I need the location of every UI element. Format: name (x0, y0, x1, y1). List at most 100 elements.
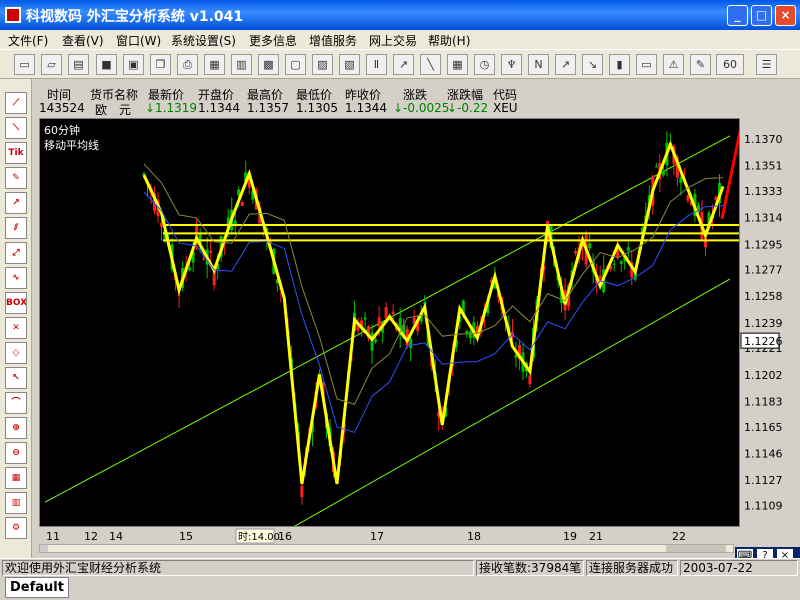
ray-icon[interactable]: ↗ (5, 192, 27, 214)
x-tick-label: 18 (467, 530, 481, 543)
candle-body (391, 311, 395, 315)
chart-icon[interactable]: ▨ (312, 54, 333, 75)
print-icon[interactable]: ⎙ (177, 54, 198, 75)
candle-body (384, 307, 388, 319)
y-tick-label: 1.1109 (744, 499, 783, 512)
status-count: 接收笔数:37984笔 (476, 560, 584, 576)
projection-arrow (720, 131, 739, 219)
period-selector[interactable]: 60 (716, 54, 744, 75)
scroll-left-arrow[interactable] (40, 545, 48, 552)
copy-icon[interactable]: ❐ (150, 54, 171, 75)
tools-icon[interactable]: ✎ (690, 54, 711, 75)
candle-body (619, 261, 623, 264)
candle-body (233, 220, 237, 225)
x-tick-label: 11 (46, 530, 60, 543)
quote-panel: 时间 货币名称 最新价 开盘价 最高价 最低价 昨收价 涨跌 涨跌幅 代码 14… (35, 82, 740, 117)
maximize-button[interactable]: □ (751, 5, 772, 26)
clock-icon[interactable]: ◷ (474, 54, 495, 75)
tick-tool[interactable]: Tik (5, 142, 27, 164)
menu-file[interactable]: 文件(F) (8, 32, 48, 49)
tile-icon[interactable]: ▥ (231, 54, 252, 75)
drawing-toolbar: ⟋ ⟍ Tik ✎ ↗ ⫽ ⤢ ∿ BOX ✕ ◇ ↖ ⌒ ⊕ ⊖ ▦ ▥ ⚙ (0, 79, 32, 559)
box-tool[interactable]: BOX (5, 292, 27, 314)
menu-value-added[interactable]: 增值服务 (309, 32, 357, 49)
new-badge-icon[interactable]: N (528, 54, 549, 75)
x-tick-label: 19 (563, 530, 577, 543)
kline-icon[interactable]: ▧ (339, 54, 360, 75)
plus-icon[interactable]: ⊕ (5, 417, 27, 439)
candle-body (661, 171, 665, 176)
y-tick-label: 1.1277 (744, 264, 783, 277)
arrow-tool-icon[interactable]: ↖ (5, 367, 27, 389)
candle-body (626, 247, 630, 251)
settings-tool-icon[interactable]: ⚙ (5, 517, 27, 539)
grid-tool-icon[interactable]: ▦ (5, 467, 27, 489)
new-icon[interactable]: ▭ (14, 54, 35, 75)
menu-help[interactable]: 帮助(H) (428, 32, 470, 49)
candle-body (588, 243, 592, 249)
status-welcome: 欢迎使用外汇宝财经分析系统 (2, 560, 474, 576)
draw-icon[interactable]: ╲ (420, 54, 441, 75)
window-icon[interactable]: ▢ (285, 54, 306, 75)
table-icon[interactable]: ▦ (447, 54, 468, 75)
menu-bar: 文件(F) 查看(V) 窗口(W) 系统设置(S) 更多信息 增值服务 网上交易… (0, 30, 800, 49)
menu-more-info[interactable]: 更多信息 (249, 32, 297, 49)
candle-body (598, 275, 602, 279)
candle-body (468, 331, 472, 339)
y-tick-label: 1.1202 (744, 369, 783, 382)
export-icon[interactable]: ▣ (123, 54, 144, 75)
save-icon[interactable]: ■ (96, 54, 117, 75)
chart-indicator-label: 移动平均线 (44, 138, 99, 152)
status-bar: 欢迎使用外汇宝财经分析系统 接收笔数:37984笔 连接服务器成功 2003-0… (0, 558, 800, 576)
fan-line-icon[interactable]: ⟋ (5, 92, 27, 114)
open-icon[interactable]: ▱ (41, 54, 62, 75)
pen-icon[interactable]: ✎ (5, 167, 27, 189)
layout-icon[interactable]: ▩ (258, 54, 279, 75)
eraser-icon[interactable]: ◇ (5, 342, 27, 364)
quote-code: XEU (493, 101, 518, 115)
warning-icon[interactable]: ⚠ (663, 54, 684, 75)
tab-default[interactable]: Default (5, 577, 69, 598)
close-button[interactable]: × (775, 5, 796, 26)
panel-icon[interactable]: ▮ (609, 54, 630, 75)
channel-icon[interactable]: ⤢ (5, 242, 27, 264)
bars-tool-icon[interactable]: ▥ (5, 492, 27, 514)
grid-icon[interactable]: ▦ (204, 54, 225, 75)
y-tick-label: 1.1165 (744, 421, 783, 434)
horizontal-scrollbar[interactable] (39, 544, 734, 553)
menu-settings[interactable]: 系统设置(S) (171, 32, 236, 49)
zigzag-line (142, 140, 725, 485)
candle-body (177, 294, 181, 296)
indicator-icon[interactable]: ♆ (501, 54, 522, 75)
list-icon[interactable]: ☰ (756, 54, 777, 75)
trend-icon[interactable]: ↗ (555, 54, 576, 75)
menu-window[interactable]: 窗口(W) (116, 32, 161, 49)
menu-view[interactable]: 查看(V) (62, 32, 104, 49)
candle-body (409, 338, 413, 348)
candle-body (574, 251, 578, 254)
delete-icon[interactable]: ✕ (5, 317, 27, 339)
curve-icon[interactable]: ⌒ (5, 392, 27, 414)
date-axis: 11 12 14 15 16 17 18 19 21 22 时:14.00 (39, 528, 740, 544)
minimize-button[interactable]: _ (727, 5, 748, 26)
box-icon[interactable]: ▭ (636, 54, 657, 75)
trend-down-icon[interactable]: ↘ (582, 54, 603, 75)
price-chart[interactable]: 60分钟 移动平均线 (39, 118, 740, 527)
parallel-line-icon[interactable]: ⫽ (5, 217, 27, 239)
x-tick-label: 14 (109, 530, 123, 543)
open-folder-icon[interactable]: ▤ (68, 54, 89, 75)
window-title: 科视数码 外汇宝分析系统 v1.041 (26, 9, 244, 25)
menu-online-trading[interactable]: 网上交易 (369, 32, 417, 49)
quote-high: 1.1357 (247, 101, 289, 115)
x-tick-label: 22 (672, 530, 686, 543)
line-icon[interactable]: ↗ (393, 54, 414, 75)
minus-icon[interactable]: ⊖ (5, 442, 27, 464)
cursor-time-label: 时:14.00 (238, 531, 280, 543)
chart-canvas[interactable]: 60分钟 移动平均线 (40, 119, 739, 526)
fan-lines-icon[interactable]: ⟍ (5, 117, 27, 139)
y-tick-label: 1.1333 (744, 185, 783, 198)
scroll-thumb[interactable] (666, 545, 726, 552)
candle-body (240, 201, 244, 206)
wave-icon[interactable]: ∿ (5, 267, 27, 289)
bar-icon[interactable]: Ⅱ (366, 54, 387, 75)
